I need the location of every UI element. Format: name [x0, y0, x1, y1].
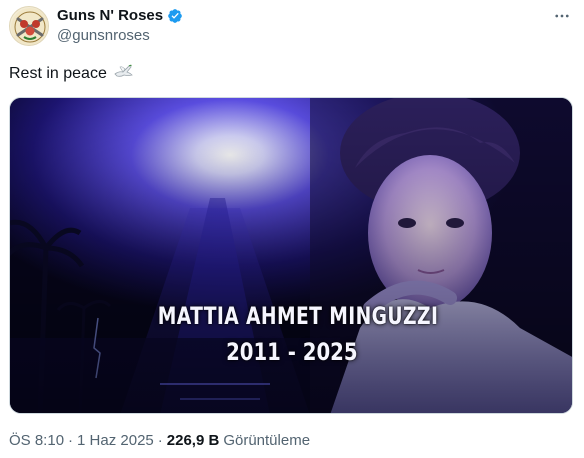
- tweet-media-image[interactable]: MATTIA AHMET MINGUZZI 2011 - 2025: [9, 97, 573, 414]
- author-handle[interactable]: @gunsnroses: [57, 27, 150, 44]
- memorial-image: [10, 98, 572, 413]
- author-name-row[interactable]: Guns N' Roses: [57, 7, 183, 24]
- tweet-meta: ÖS 8:10 · 1 Haz 2025 · 226,9 B Görüntüle…: [9, 432, 310, 449]
- guns-n-roses-logo-icon: [11, 8, 48, 45]
- tweet-time[interactable]: ÖS 8:10: [9, 432, 64, 449]
- views-label[interactable]: Görüntüleme: [223, 432, 310, 449]
- tweet-text: Rest in peace: [9, 62, 133, 85]
- verified-badge-icon[interactable]: [167, 8, 183, 24]
- tweet-date[interactable]: 1 Haz 2025: [77, 432, 154, 449]
- memorial-name-text: MATTIA AHMET MINGUZZI: [157, 302, 439, 330]
- views-count[interactable]: 226,9 B: [167, 432, 220, 449]
- tweet-text-content: Rest in peace: [9, 64, 107, 82]
- tweet-card: Guns N' Roses @gunsnroses Rest in peace: [0, 0, 584, 458]
- author-avatar[interactable]: [9, 6, 49, 46]
- meta-separator: ·: [68, 432, 74, 449]
- memorial-years-text: 2011 - 2025: [226, 338, 358, 366]
- more-options-button[interactable]: [552, 6, 572, 26]
- meta-separator: ·: [157, 432, 163, 449]
- author-display-name[interactable]: Guns N' Roses: [57, 7, 163, 24]
- dove-icon: [113, 62, 133, 85]
- more-dots-icon: [555, 14, 569, 18]
